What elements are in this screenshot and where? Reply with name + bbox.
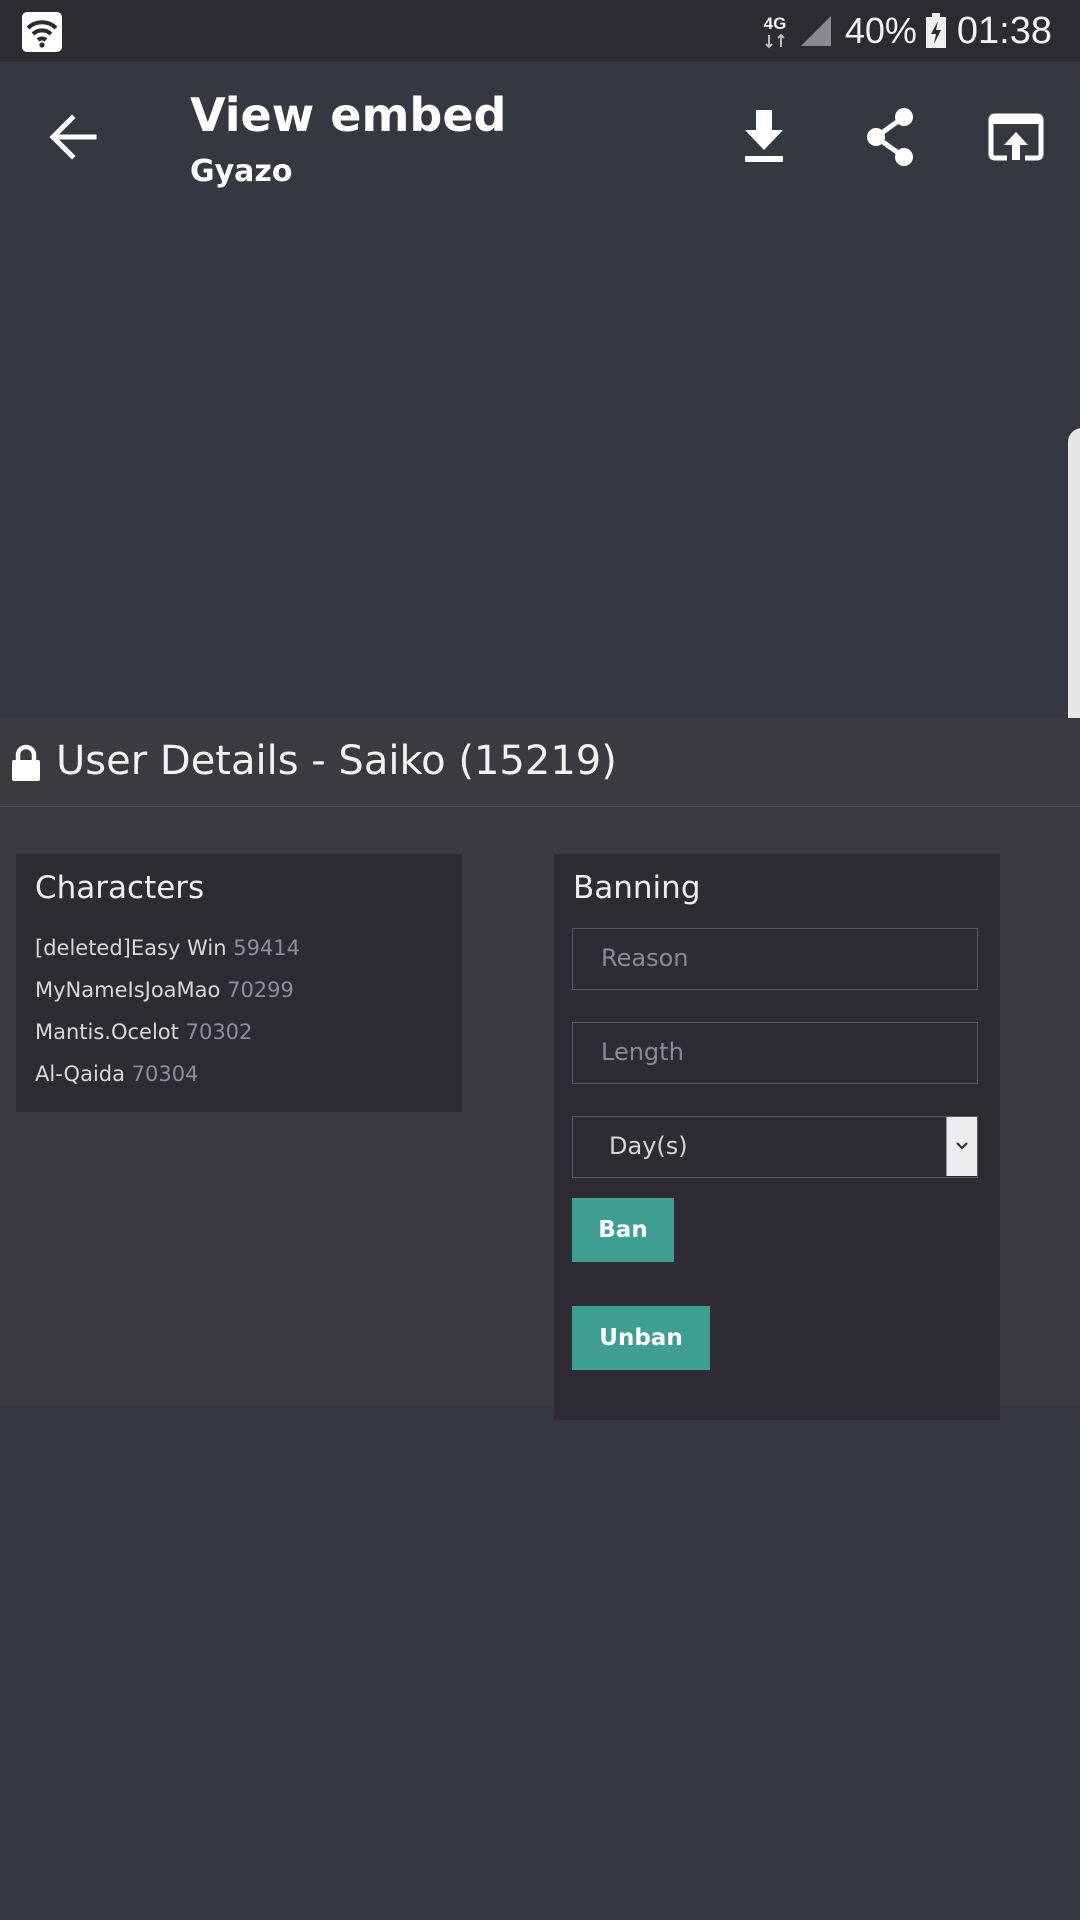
svg-text:4G: 4G xyxy=(764,14,787,33)
arrow-back-icon[interactable] xyxy=(40,104,106,170)
character-id: 59414 xyxy=(233,936,301,960)
reason-placeholder: Reason xyxy=(601,944,689,972)
chevron-down-icon xyxy=(956,1142,968,1150)
characters-title: Characters xyxy=(35,870,205,906)
battery-charging-icon xyxy=(925,13,946,48)
character-name[interactable]: [deleted]Easy Win xyxy=(35,936,227,960)
download-icon[interactable] xyxy=(729,102,799,172)
wifi-icon xyxy=(22,12,62,52)
character-list: [deleted]Easy Win 59414 MyNameIsJoaMao 7… xyxy=(35,936,300,1104)
status-bar: 4G 40% 01:38 xyxy=(0,0,1080,62)
unban-button[interactable]: Unban xyxy=(572,1306,710,1370)
select-arrow-button[interactable] xyxy=(946,1117,977,1176)
banning-title: Banning xyxy=(573,870,701,906)
ban-button[interactable]: Ban xyxy=(572,1198,674,1262)
page-subtitle: Gyazo xyxy=(190,154,293,189)
length-input[interactable]: Length xyxy=(572,1022,978,1084)
ban-unit-value: Day(s) xyxy=(609,1132,688,1160)
character-id: 70304 xyxy=(131,1062,199,1086)
ban-unit-select[interactable]: Day(s) xyxy=(572,1116,978,1178)
list-item[interactable]: Mantis.Ocelot 70302 xyxy=(35,1020,300,1062)
character-id: 70299 xyxy=(227,978,294,1002)
share-icon[interactable] xyxy=(856,102,926,172)
open-in-browser-icon[interactable] xyxy=(981,102,1051,172)
banning-panel: Banning Reason Length Day(s) Ban Unban xyxy=(554,854,1000,1420)
list-item[interactable]: Al-Qaida 70304 xyxy=(35,1062,300,1104)
length-placeholder: Length xyxy=(601,1038,684,1066)
page-title: View embed xyxy=(190,88,507,142)
user-details-title: User Details - Saiko (15219) xyxy=(56,738,617,784)
battery-percent: 40% xyxy=(844,10,917,51)
lock-icon xyxy=(12,744,40,781)
reason-input[interactable]: Reason xyxy=(572,928,978,990)
list-item[interactable]: MyNameIsJoaMao 70299 xyxy=(35,978,300,1020)
list-item[interactable]: [deleted]Easy Win 59414 xyxy=(35,936,300,978)
character-id: 70302 xyxy=(185,1020,253,1044)
signal-strength-icon xyxy=(800,16,831,46)
embedded-page: User Details - Saiko (15219) Characters … xyxy=(0,718,1080,1420)
app-bar: View embed Gyazo xyxy=(0,62,1080,212)
character-name[interactable]: Al-Qaida xyxy=(35,1062,125,1086)
clock: 01:38 xyxy=(956,9,1052,52)
network-type-icon: 4G xyxy=(764,14,787,49)
embed-header: User Details - Saiko (15219) xyxy=(0,718,1080,807)
character-name[interactable]: MyNameIsJoaMao xyxy=(35,978,220,1002)
character-name[interactable]: Mantis.Ocelot xyxy=(35,1020,179,1044)
characters-panel: Characters [deleted]Easy Win 59414 MyNam… xyxy=(16,854,462,1112)
